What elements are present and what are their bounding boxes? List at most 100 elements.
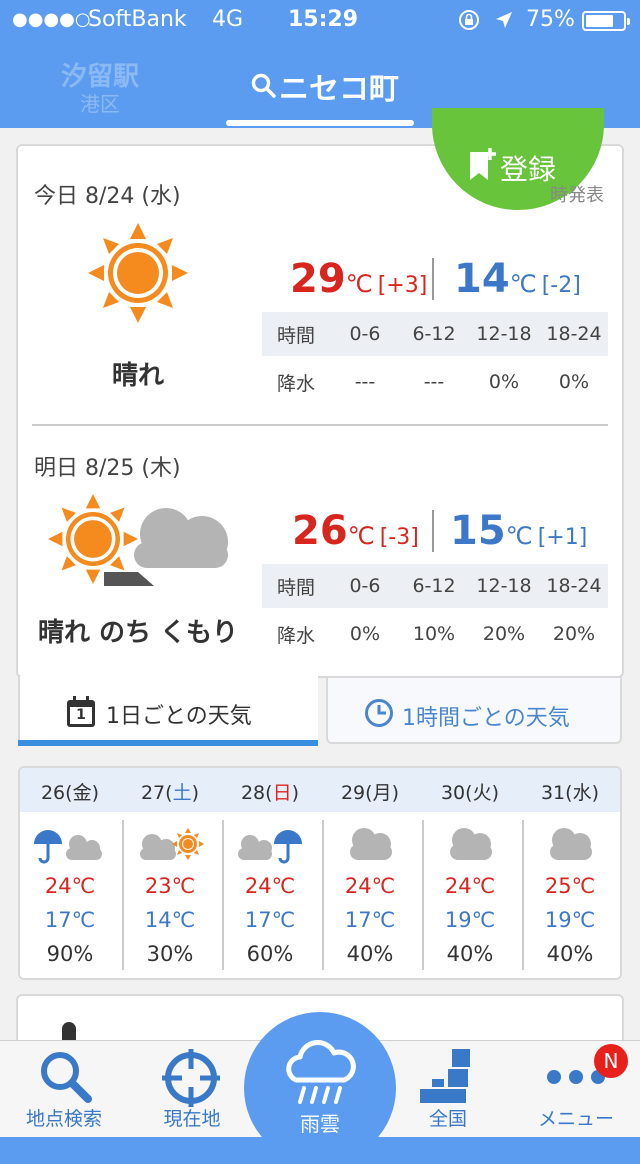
today-weather-label: 晴れ	[111, 361, 164, 391]
precip-value-row: 降水 --- --- 0% 0%	[262, 360, 608, 404]
precip-value-cell: 0%	[349, 623, 381, 645]
tab-hourly-weather[interactable]: 1時間ごとの天気	[326, 676, 622, 744]
search-icon	[41, 1052, 92, 1103]
temp-separator	[432, 258, 434, 300]
weekly-separator	[522, 820, 524, 970]
bookmark-add-icon	[470, 148, 496, 180]
unit: ℃	[505, 522, 533, 550]
tomorrow-high-value: 26	[292, 508, 348, 554]
weekly-day-column[interactable]: 27(土) 23℃ 14℃ 30%	[120, 768, 220, 978]
precip-header-cell: 12-18	[476, 323, 532, 345]
weekly-high: 24℃	[244, 874, 296, 898]
rain-cloud-icon	[286, 1040, 356, 1104]
nav-current-location[interactable]: 現在地	[132, 1041, 252, 1137]
title-underline	[226, 120, 414, 126]
tomorrow-high-temp: 26℃ [-3]	[292, 508, 419, 554]
page-title[interactable]: ニセコ町	[230, 64, 420, 108]
weekly-dow: 土	[172, 782, 192, 804]
nav-nationwide[interactable]: 全国	[388, 1041, 508, 1137]
precip-header-cell: 時間	[276, 576, 315, 599]
weekly-precip: 40%	[446, 942, 494, 966]
weekly-date: 26(金)	[40, 782, 100, 804]
precip-value-cell: 20%	[552, 623, 596, 645]
weekly-dow: 金	[72, 782, 92, 804]
nav-rain-radar-button[interactable]	[244, 1012, 396, 1164]
weekly-day-column[interactable]: 29(月) 24℃ 17℃ 40%	[320, 768, 420, 978]
weekly-date: 28(日)	[240, 782, 300, 804]
weekly-separator	[122, 820, 124, 970]
tomorrow-low-temp: 15℃ [+1]	[450, 508, 587, 554]
tab-daily-label: 1日ごとの天気	[106, 704, 252, 729]
precip-header-cell: 0-6	[349, 323, 381, 345]
weekly-separator	[422, 820, 424, 970]
weekly-day-column[interactable]: 28(日) 24℃ 17℃ 60%	[220, 768, 320, 978]
cloud-icon	[450, 828, 492, 860]
new-badge: N	[594, 1044, 628, 1078]
nav-rain-label: 雨雲	[300, 1112, 340, 1136]
weekly-day: 31	[540, 782, 566, 804]
today-high-diff: [+3]	[377, 273, 428, 298]
weekly-precip: 40%	[546, 942, 594, 966]
unit: ℃	[509, 270, 537, 298]
weekly-date: 31(水)	[540, 782, 600, 804]
nav-menu-label: メニュー	[537, 1108, 614, 1130]
weekly-high: 23℃	[144, 874, 196, 898]
weekly-separator	[322, 820, 324, 970]
weekly-day-column[interactable]: 31(水) 25℃ 19℃ 40%	[520, 768, 620, 978]
weekly-forecast: 26(金) 24℃ 17℃ 90% 27(土) 23℃ 14℃ 30% 28(日) 24℃ 17℃ 6…	[18, 766, 622, 980]
precip-value-row: 降水 0% 10% 20% 20%	[262, 612, 608, 656]
weekly-dow: 日	[272, 782, 292, 804]
status-time: 15:29	[288, 7, 359, 32]
weekly-low: 17℃	[44, 908, 96, 932]
tomorrow-high-diff: [-3]	[379, 525, 419, 550]
register-label: 登録	[500, 153, 557, 186]
weekly-dow: 火	[472, 782, 492, 804]
precip-header-cell: 18-24	[546, 323, 602, 345]
today-low-temp: 14℃ [-2]	[454, 256, 581, 302]
today-high-temp: 29℃ [+3]	[290, 256, 427, 302]
battery-percent: 75%	[526, 7, 575, 32]
carrier-name: SoftBank	[88, 7, 187, 32]
battery-icon	[582, 11, 630, 31]
precip-value-cell: 0%	[488, 371, 520, 393]
precip-value-cell: 20%	[482, 623, 526, 645]
nav-search-label: 地点検索	[25, 1108, 102, 1130]
location-arrow-icon	[496, 12, 512, 28]
japan-map-icon	[420, 1049, 470, 1103]
rain-umbrella-then-cloud-icon	[34, 830, 102, 864]
weekly-dow: 水	[572, 782, 592, 804]
weekly-high: 24℃	[344, 874, 396, 898]
weekly-separator	[222, 820, 224, 970]
precip-header-cell: 18-24	[546, 575, 602, 597]
weekly-high: 24℃	[44, 874, 96, 898]
precip-value-cell: ---	[423, 371, 445, 393]
weekly-precip: 30%	[146, 942, 194, 966]
today-precip-table: 時間 0-6 6-12 12-18 18-24 降水 --- --- 0% 0%	[262, 312, 608, 404]
weekly-day: 28	[240, 782, 266, 804]
weekly-date: 29(月)	[340, 782, 400, 804]
nav-nationwide-label: 全国	[428, 1108, 467, 1130]
weekly-day: 29	[340, 782, 366, 804]
tomorrow-weather-label: 晴れ のち くもり	[37, 618, 239, 648]
weekly-day: 26	[40, 782, 66, 804]
status-bar: ●●●●○ SoftBank 4G 15:29 75%	[0, 0, 640, 40]
weekly-high: 24℃	[444, 874, 496, 898]
page-title-text: ニセコ町	[279, 72, 399, 107]
nav-current-label: 現在地	[163, 1108, 221, 1130]
weekly-low: 19℃	[544, 908, 596, 932]
weekly-day: 30	[440, 782, 466, 804]
today-low-diff: [-2]	[541, 273, 581, 298]
today-high-value: 29	[290, 256, 346, 302]
tab-daily-weather[interactable]: 1 1日ごとの天気	[18, 676, 318, 744]
today-date: 今日 8/24 (水)	[34, 184, 181, 209]
saved-location-ward[interactable]: 港区	[40, 88, 160, 117]
weekly-day-column[interactable]: 30(火) 24℃ 19℃ 40%	[420, 768, 520, 978]
nav-search[interactable]: 地点検索	[4, 1041, 124, 1137]
weekly-day: 27	[140, 782, 166, 804]
precip-header-row: 時間 0-6 6-12 12-18 18-24	[262, 312, 608, 356]
weekly-date: 27(土)	[140, 782, 200, 804]
published-time: 時発表	[550, 185, 604, 206]
unit: ℃	[345, 270, 373, 298]
battery-level	[586, 15, 613, 27]
weekly-day-column[interactable]: 26(金) 24℃ 17℃ 90%	[20, 768, 120, 978]
